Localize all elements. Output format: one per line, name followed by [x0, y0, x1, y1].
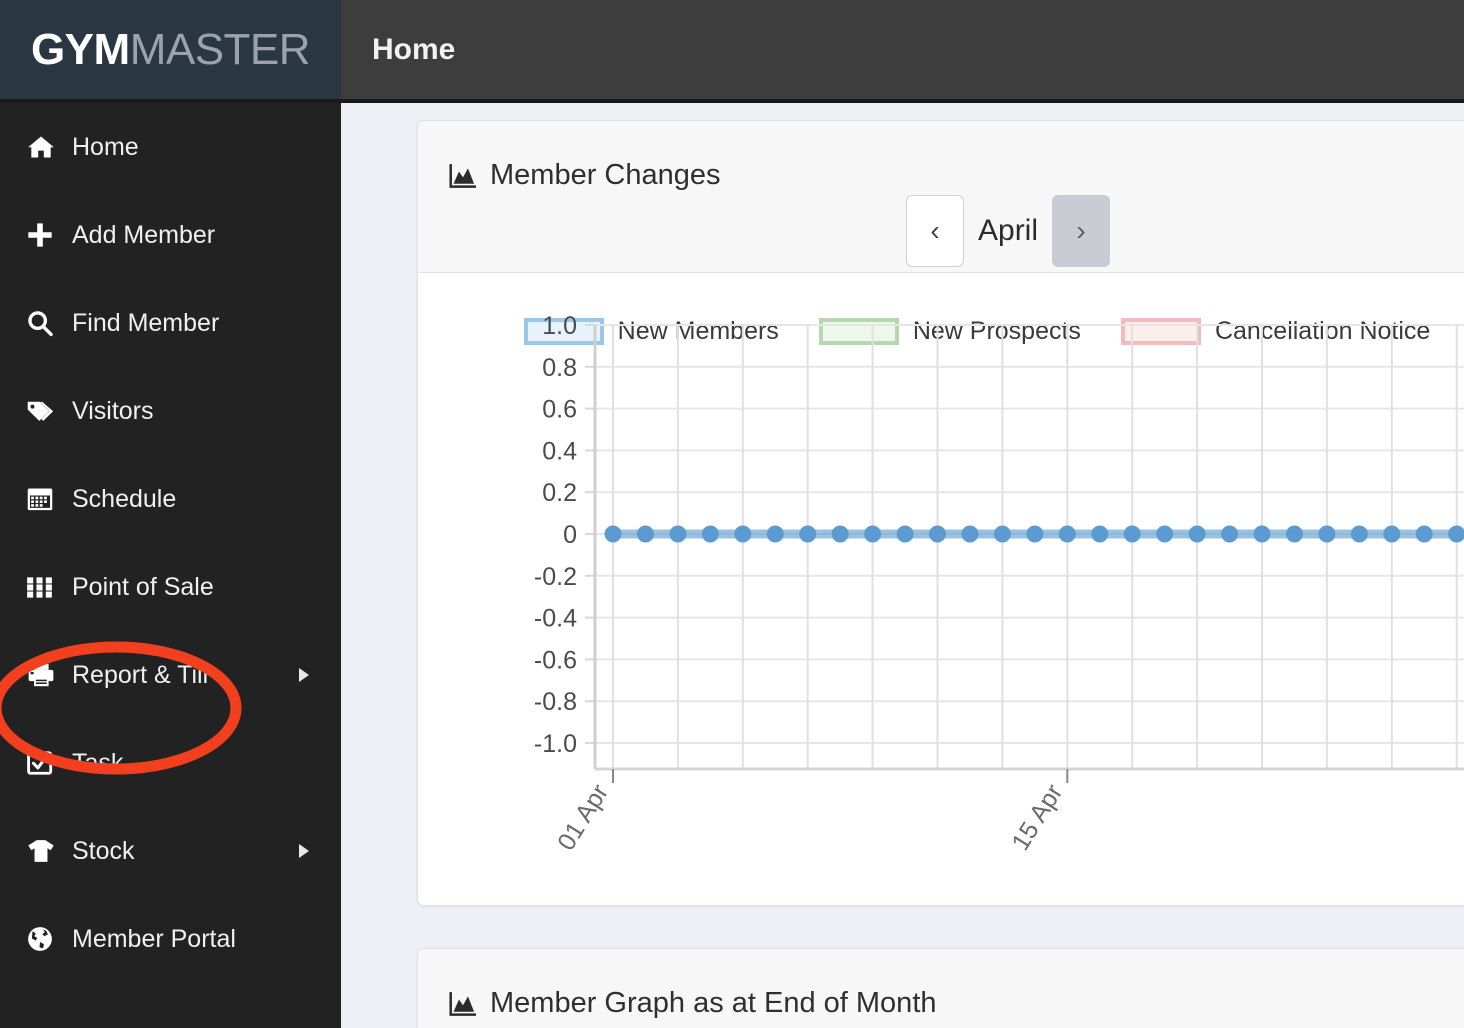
- data-point-marker[interactable]: [766, 525, 784, 543]
- next-month-button[interactable]: ›: [1052, 195, 1111, 267]
- previous-month-button[interactable]: ‹: [906, 195, 964, 267]
- card-header: Member Graph as at End of Month: [418, 949, 1464, 1028]
- area-chart-icon: [448, 163, 478, 189]
- sidebar-item-task[interactable]: Task: [0, 719, 341, 807]
- y-axis-tick-label: 0.8: [542, 354, 577, 382]
- y-axis-tick-label: -0.4: [534, 605, 577, 633]
- data-point-marker[interactable]: [929, 525, 946, 543]
- data-point-marker[interactable]: [896, 525, 914, 543]
- sidebar-item-add-member[interactable]: Add Member: [0, 191, 341, 279]
- chevron-right-icon: [299, 668, 309, 682]
- data-point-marker[interactable]: [993, 525, 1011, 543]
- sidebar-item-label: Point of Sale: [72, 572, 214, 601]
- y-axis-tick-label: -1.0: [534, 730, 577, 758]
- data-point-marker[interactable]: [799, 525, 817, 543]
- x-axis-tick-label: 15 Apr: [1006, 779, 1068, 855]
- main-content: Member Changes ‹ April › New Members New …: [341, 103, 1464, 1028]
- card-title: Member Changes: [448, 159, 721, 192]
- area-chart-icon: [448, 991, 478, 1017]
- tshirt-icon: [26, 837, 68, 865]
- data-point-marker[interactable]: [1221, 525, 1239, 543]
- data-point-marker[interactable]: [1350, 525, 1368, 543]
- data-point-marker[interactable]: [864, 525, 882, 543]
- y-axis-tick-label: 0: [563, 521, 577, 549]
- sidebar-item-report-and-till[interactable]: Report & Till: [0, 631, 341, 719]
- card-member-changes: Member Changes ‹ April › New Members New …: [417, 120, 1464, 906]
- data-point-marker[interactable]: [701, 525, 719, 543]
- sidebar-item-member-portal[interactable]: Member Portal: [0, 895, 341, 983]
- data-point-marker[interactable]: [1285, 525, 1303, 543]
- y-axis-tick-label: 0.6: [542, 396, 577, 424]
- y-axis-tick-label: 0.4: [542, 437, 577, 465]
- sidebar-item-home[interactable]: Home: [0, 103, 341, 191]
- sidebar-item-schedule[interactable]: Schedule: [0, 455, 341, 543]
- sidebar-item-stock[interactable]: Stock: [0, 807, 341, 895]
- y-axis-tick-label: 0.2: [542, 479, 577, 507]
- chart-plot-area: 1.0 0.8 0.6 0.4 0.2 0 -0.2 -0.4 -0.6 -0.8 -1.0 01 A…: [418, 273, 1464, 905]
- sidebar-item-label: Member Portal: [72, 924, 236, 953]
- chart-svg: 1.0 0.8 0.6 0.4 0.2 0 -0.2 -0.4 -0.6 -0.8 -1.0 01 A…: [534, 312, 1464, 855]
- calendar-icon: [26, 485, 68, 513]
- data-point-marker[interactable]: [1253, 525, 1271, 543]
- data-point-marker[interactable]: [734, 525, 752, 543]
- plus-icon: [26, 221, 68, 249]
- sidebar: Home Add Member Find Member Visitors Sch…: [0, 103, 341, 1028]
- grid-icon: [26, 574, 68, 601]
- data-point-marker[interactable]: [961, 525, 979, 543]
- page-title: Home: [372, 32, 456, 66]
- sidebar-item-label: Home: [72, 132, 139, 161]
- x-axis-tick-label: 01 Apr: [552, 779, 614, 855]
- chart-body: New Members New Prospects Cancellation Not…: [418, 273, 1464, 905]
- sidebar-item-label: Find Member: [72, 308, 220, 337]
- data-point-marker[interactable]: [604, 525, 622, 543]
- sidebar-item-find-member[interactable]: Find Member: [0, 279, 341, 367]
- sidebar-item-label: Add Member: [72, 220, 216, 249]
- data-point-marker[interactable]: [1156, 525, 1174, 543]
- brand-logo-bold: GYM: [30, 24, 130, 74]
- data-point-marker[interactable]: [1091, 525, 1109, 543]
- y-axis-tick-label: 1.0: [542, 312, 577, 340]
- data-point-marker[interactable]: [1415, 525, 1433, 543]
- brand-logo-light: MASTER: [129, 24, 311, 74]
- data-point-marker[interactable]: [1123, 525, 1141, 543]
- check-square-icon: [26, 749, 68, 777]
- search-icon: [26, 309, 68, 337]
- brand-logo-text: GYMMASTER: [30, 24, 311, 74]
- data-point-marker[interactable]: [1448, 525, 1464, 543]
- data-point-marker[interactable]: [1318, 525, 1336, 543]
- sidebar-item-label: Schedule: [72, 484, 177, 513]
- sidebar-item-label: Report & Till: [72, 660, 209, 689]
- data-point-marker[interactable]: [636, 525, 654, 543]
- globe-icon: [26, 925, 68, 953]
- data-point-marker[interactable]: [1188, 525, 1206, 543]
- data-point-marker[interactable]: [831, 525, 849, 543]
- month-navigation: ‹ April ›: [906, 195, 1111, 267]
- y-axis-tick-label: -0.2: [534, 563, 577, 591]
- brand-logo[interactable]: GYMMASTER: [0, 0, 341, 99]
- sidebar-item-point-of-sale[interactable]: Point of Sale: [0, 543, 341, 631]
- y-axis-tick-label: -0.8: [534, 688, 577, 716]
- card-header: Member Changes ‹ April ›: [418, 121, 1464, 273]
- data-point-marker[interactable]: [1026, 525, 1044, 543]
- card-title: Member Graph as at End of Month: [448, 987, 937, 1020]
- tags-icon: [26, 397, 68, 425]
- card-title-text: Member Graph as at End of Month: [490, 987, 937, 1019]
- sidebar-item-label: Visitors: [72, 396, 154, 425]
- sidebar-item-label: Task: [72, 748, 124, 777]
- current-month-label: April: [978, 214, 1039, 247]
- card-member-graph: Member Graph as at End of Month: [417, 948, 1464, 1028]
- card-title-text: Member Changes: [490, 159, 721, 191]
- data-point-marker[interactable]: [1383, 525, 1401, 543]
- data-point-marker[interactable]: [669, 525, 687, 543]
- y-axis-tick-label: -0.6: [534, 646, 577, 674]
- chevron-right-icon: [299, 844, 309, 858]
- sidebar-item-visitors[interactable]: Visitors: [0, 367, 341, 455]
- printer-icon: [26, 661, 68, 689]
- sidebar-item-label: Stock: [72, 836, 135, 865]
- home-icon: [26, 133, 68, 161]
- top-bar: GYMMASTER Home: [0, 0, 1464, 103]
- data-point-marker[interactable]: [1058, 525, 1076, 543]
